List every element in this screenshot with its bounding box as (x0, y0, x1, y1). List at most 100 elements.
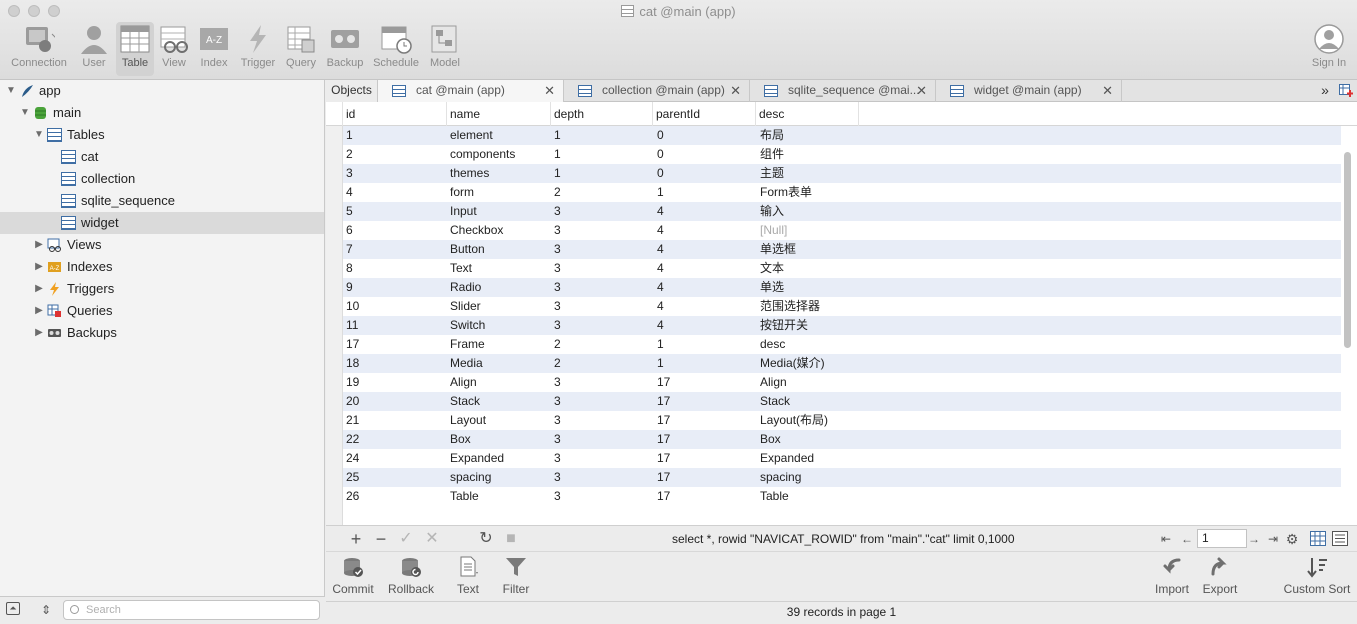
cell-parentid[interactable]: 4 (657, 259, 664, 278)
cell-parentid[interactable]: 17 (657, 449, 670, 468)
tree-item-indexes[interactable]: ▶ A-Z Indexes (0, 256, 324, 278)
cell-parentid[interactable]: 1 (657, 354, 664, 373)
tree-item-table-cat[interactable]: cat (0, 146, 324, 168)
cell-name[interactable]: Layout (450, 411, 486, 430)
column-header-id[interactable]: id (343, 102, 447, 126)
filter-button[interactable]: Filter (486, 556, 546, 596)
cell-name[interactable]: components (450, 145, 515, 164)
cell-id[interactable]: 3 (346, 164, 353, 183)
tree-item-queries[interactable]: ▶ Queries (0, 300, 324, 322)
table-row[interactable]: 24 Expanded 3 17 Expanded (343, 449, 1341, 468)
cell-parentid[interactable]: 0 (657, 126, 664, 145)
cell-id[interactable]: 20 (346, 392, 359, 411)
disclosure-expanded-icon[interactable]: ▼ (34, 124, 44, 146)
cell-id[interactable]: 11 (346, 316, 358, 335)
discard-changes-button[interactable]: ✕ (423, 530, 441, 548)
cell-desc[interactable]: Box (760, 430, 781, 449)
table-row[interactable]: 9 Radio 3 4 单选 (343, 278, 1341, 297)
cell-depth[interactable]: 3 (554, 487, 561, 506)
toolbar-index-button[interactable]: A-Z Index (194, 22, 234, 76)
cell-desc[interactable]: Table (760, 487, 789, 506)
cell-name[interactable]: Stack (450, 392, 480, 411)
vertical-scrollbar[interactable] (1344, 152, 1351, 348)
cell-name[interactable]: Table (450, 487, 479, 506)
cell-name[interactable]: Media (450, 354, 483, 373)
table-row[interactable]: 6 Checkbox 3 4 [Null] (343, 221, 1341, 240)
cell-parentid[interactable]: 17 (657, 373, 670, 392)
cell-desc[interactable]: Layout(布局) (760, 411, 828, 430)
cell-parentid[interactable]: 4 (657, 297, 664, 316)
cell-parentid[interactable]: 17 (657, 468, 670, 487)
cell-depth[interactable]: 3 (554, 278, 561, 297)
toolbar-user-button[interactable]: User (68, 22, 120, 76)
column-header-name[interactable]: name (447, 102, 551, 126)
tree-item-tables[interactable]: ▼ Tables (0, 124, 324, 146)
form-view-icon[interactable] (1332, 531, 1348, 546)
cell-desc[interactable]: 布局 (760, 126, 784, 145)
table-row[interactable]: 5 Input 3 4 输入 (343, 202, 1341, 221)
table-row[interactable]: 22 Box 3 17 Box (343, 430, 1341, 449)
cell-desc[interactable]: 主题 (760, 164, 784, 183)
more-tabs-icon[interactable]: » (1317, 80, 1333, 102)
cell-name[interactable]: Frame (450, 335, 485, 354)
cell-depth[interactable]: 3 (554, 259, 561, 278)
cell-name[interactable]: Box (450, 430, 471, 449)
table-row[interactable]: 3 themes 1 0 主题 (343, 164, 1341, 183)
cell-name[interactable]: spacing (450, 468, 491, 487)
cell-id[interactable]: 8 (346, 259, 353, 278)
cell-id[interactable]: 19 (346, 373, 359, 392)
tree-item-triggers[interactable]: ▶ Triggers (0, 278, 324, 300)
tree-item-table-collection[interactable]: collection (0, 168, 324, 190)
tree-item-backups[interactable]: ▶ Backups (0, 322, 324, 344)
toolbar-backup-button[interactable]: Backup (322, 22, 368, 76)
cell-name[interactable]: Switch (450, 316, 485, 335)
cell-id[interactable]: 25 (346, 468, 359, 487)
collapse-sidebar-icon[interactable]: ⏶ (6, 602, 20, 615)
cell-depth[interactable]: 3 (554, 373, 561, 392)
cell-parentid[interactable]: 17 (657, 487, 670, 506)
next-page-icon[interactable]: → (1245, 530, 1263, 548)
table-row[interactable]: 2 components 1 0 组件 (343, 145, 1341, 164)
disclosure-collapsed-icon[interactable]: ▶ (34, 256, 44, 278)
cell-id[interactable]: 21 (346, 411, 359, 430)
tree-item-main[interactable]: ▼ main (0, 102, 324, 124)
cell-depth[interactable]: 2 (554, 335, 561, 354)
cell-parentid[interactable]: 4 (657, 278, 664, 297)
cell-name[interactable]: Text (450, 259, 472, 278)
column-header-parentid[interactable]: parentId (653, 102, 756, 126)
refresh-icon[interactable]: ↻ (477, 530, 495, 548)
cell-depth[interactable]: 1 (554, 145, 561, 164)
cell-desc[interactable]: Media(媒介) (760, 354, 825, 373)
cell-id[interactable]: 4 (346, 183, 353, 202)
toolbar-query-button[interactable]: Query (282, 22, 320, 76)
table-row[interactable]: 4 form 2 1 Form表单 (343, 183, 1341, 202)
cell-desc[interactable]: Stack (760, 392, 790, 411)
column-header-desc[interactable]: desc (756, 102, 859, 126)
cell-depth[interactable]: 2 (554, 354, 561, 373)
toolbar-view-button[interactable]: View (154, 22, 194, 76)
cell-id[interactable]: 26 (346, 487, 359, 506)
tree-item-table-widget[interactable]: widget (0, 212, 324, 234)
table-row[interactable]: 18 Media 2 1 Media(媒介) (343, 354, 1341, 373)
cell-depth[interactable]: 3 (554, 392, 561, 411)
cell-id[interactable]: 1 (346, 126, 353, 145)
close-tab-icon[interactable]: ✕ (544, 80, 555, 101)
close-tab-icon[interactable]: ✕ (730, 80, 741, 101)
cell-parentid[interactable]: 0 (657, 164, 664, 183)
cell-id[interactable]: 10 (346, 297, 359, 316)
table-row[interactable]: 21 Layout 3 17 Layout(布局) (343, 411, 1341, 430)
cell-parentid[interactable]: 4 (657, 221, 664, 240)
cell-id[interactable]: 7 (346, 240, 353, 259)
disclosure-collapsed-icon[interactable]: ▶ (34, 278, 44, 300)
cell-depth[interactable]: 3 (554, 202, 561, 221)
cell-parentid[interactable]: 4 (657, 240, 664, 259)
tab-cat[interactable]: cat @main (app) ✕ (378, 80, 564, 102)
disclosure-expanded-icon[interactable]: ▼ (20, 102, 30, 124)
table-row[interactable]: 1 element 1 0 布局 (343, 126, 1341, 145)
close-tab-icon[interactable]: ✕ (1102, 80, 1113, 101)
cell-desc[interactable]: spacing (760, 468, 801, 487)
tree-item-table-sqlite-sequence[interactable]: sqlite_sequence (0, 190, 324, 212)
disclosure-collapsed-icon[interactable]: ▶ (34, 300, 44, 322)
cell-id[interactable]: 22 (346, 430, 359, 449)
cell-desc[interactable]: 按钮开关 (760, 316, 808, 335)
